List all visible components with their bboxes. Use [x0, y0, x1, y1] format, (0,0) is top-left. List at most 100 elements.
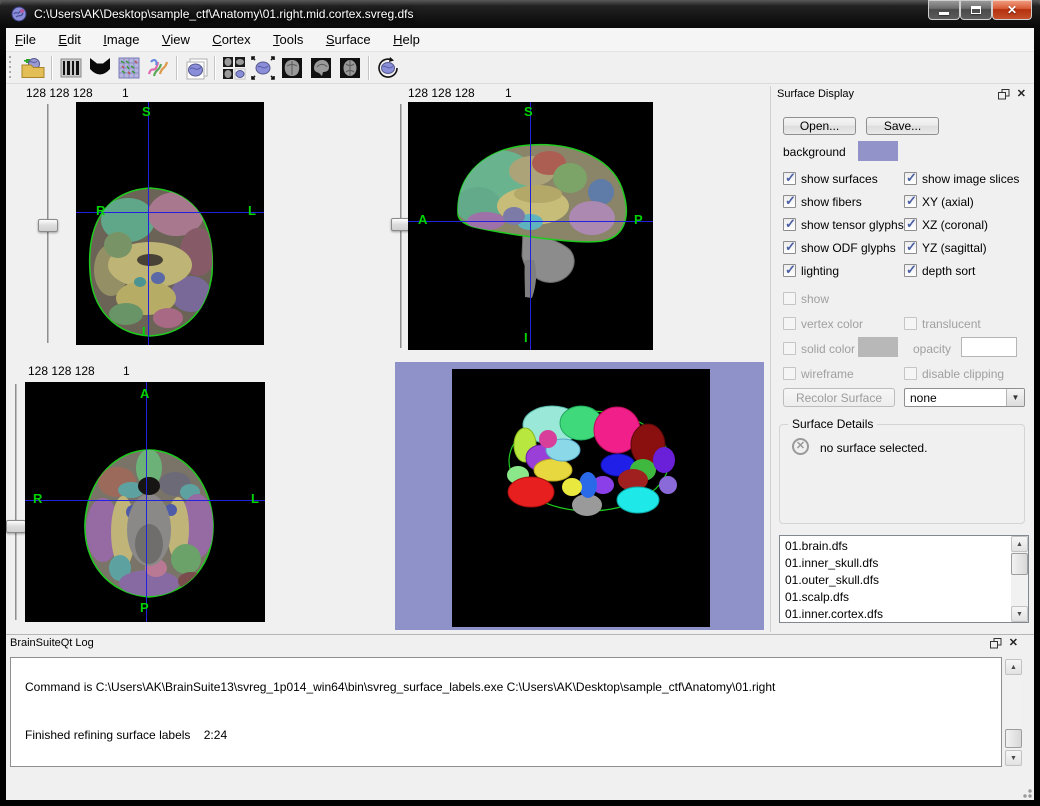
checkbox-icon[interactable] — [904, 264, 917, 277]
checkbox-yz-sagittal[interactable]: YZ (sagittal) — [904, 241, 987, 255]
axial-view[interactable]: A P R L — [25, 382, 265, 622]
checkbox-icon[interactable] — [904, 367, 917, 380]
checkbox-show-surfaces[interactable]: show surfaces — [783, 172, 878, 186]
maximize-button[interactable] — [960, 0, 992, 20]
background-label: background — [783, 145, 846, 159]
list-item[interactable]: 01.scalp.dfs — [780, 589, 1008, 606]
scroll-down-icon[interactable]: ▼ — [1011, 606, 1028, 622]
zoom-fit-button[interactable] — [248, 53, 277, 82]
log-scrollbar[interactable]: ▲ ▼ — [1005, 659, 1022, 766]
checkbox-show[interactable]: show — [783, 292, 829, 306]
checkbox-icon[interactable] — [904, 317, 917, 330]
list-item[interactable]: 01.inner_skull.dfs — [780, 555, 1008, 572]
slider-handle[interactable] — [38, 219, 58, 232]
float-panel-icon[interactable] — [990, 638, 1002, 649]
tensor-glyph-button[interactable] — [114, 53, 143, 82]
checkbox-icon[interactable] — [783, 292, 796, 305]
menu-cortex[interactable]: Cortex — [203, 28, 259, 52]
checkbox-show-image-slices[interactable]: show image slices — [904, 172, 1019, 186]
coronal-view[interactable]: S I R L — [76, 102, 264, 345]
window-resize-grip[interactable] — [1020, 786, 1032, 798]
checkbox-icon[interactable] — [783, 172, 796, 185]
close-panel-icon[interactable]: ✕ — [1017, 88, 1026, 101]
surface-display-header[interactable]: Surface Display ✕ — [771, 86, 1032, 104]
surface-3d-canvas[interactable] — [452, 369, 710, 627]
opacity-input[interactable] — [961, 337, 1017, 357]
checkbox-icon[interactable] — [904, 218, 917, 231]
mask-button[interactable] — [85, 53, 114, 82]
solid-color-swatch[interactable] — [858, 337, 898, 357]
sagittal-slice-button[interactable] — [306, 53, 335, 82]
checkbox-xz-coronal[interactable]: XZ (coronal) — [904, 218, 988, 232]
surface-file-list[interactable]: 01.brain.dfs 01.inner_skull.dfs 01.outer… — [779, 535, 1029, 623]
scroll-up-icon[interactable]: ▲ — [1011, 536, 1028, 552]
list-item[interactable]: 01.outer_skull.dfs — [780, 572, 1008, 589]
background-color-swatch[interactable] — [858, 141, 898, 161]
checkbox-icon[interactable] — [783, 218, 796, 231]
log-panel-header[interactable]: BrainSuiteQt Log ✕ — [6, 635, 1034, 653]
axial-slice-slider[interactable] — [6, 382, 26, 622]
menu-surface[interactable]: Surface — [317, 28, 380, 52]
log-panel: BrainSuiteQt Log ✕ Command is C:\Users\A… — [6, 634, 1034, 800]
log-output[interactable]: Command is C:\Users\AK\BrainSuite13\svre… — [10, 657, 1002, 767]
close-panel-icon[interactable]: ✕ — [1009, 637, 1018, 650]
volume-button[interactable] — [56, 53, 85, 82]
menu-file[interactable]: File — [6, 28, 45, 52]
slider-handle[interactable] — [6, 520, 26, 533]
open-surface-button[interactable]: Open... — [783, 117, 856, 135]
checkbox-icon[interactable] — [783, 241, 796, 254]
scroll-down-icon[interactable]: ▼ — [1005, 750, 1022, 766]
save-surface-button[interactable]: Save... — [866, 117, 939, 135]
recolor-surface-button[interactable]: Recolor Surface — [783, 388, 895, 407]
scroll-up-icon[interactable]: ▲ — [1005, 659, 1022, 675]
checkbox-lighting[interactable]: lighting — [783, 264, 839, 278]
checkbox-xy-axial[interactable]: XY (axial) — [904, 195, 974, 209]
menu-image[interactable]: Image — [94, 28, 148, 52]
menu-view[interactable]: View — [153, 28, 199, 52]
checkbox-show-odf-glyphs[interactable]: show ODF glyphs — [783, 241, 896, 255]
checkbox-vertex-color[interactable]: vertex color — [783, 317, 863, 331]
rotate-view-button[interactable] — [373, 53, 402, 82]
list-item[interactable]: 01.brain.dfs — [780, 538, 1008, 555]
checkbox-disable-clipping[interactable]: disable clipping — [904, 367, 1004, 381]
checkbox-show-fibers[interactable]: show fibers — [783, 195, 862, 209]
checkbox-icon[interactable] — [904, 241, 917, 254]
menu-edit[interactable]: Edit — [49, 28, 89, 52]
surface-3d-view[interactable] — [395, 362, 764, 630]
surface-view-button[interactable] — [181, 53, 210, 82]
checkbox-icon[interactable] — [904, 172, 917, 185]
toolbar-grip[interactable] — [9, 56, 14, 80]
checkbox-icon[interactable] — [783, 342, 796, 355]
checkbox-icon[interactable] — [904, 195, 917, 208]
checkbox-translucent[interactable]: translucent — [904, 317, 981, 331]
list-item[interactable]: 01.inner.cortex.dfs — [780, 606, 1008, 623]
checkbox-wireframe[interactable]: wireframe — [783, 367, 854, 381]
title-bar[interactable]: C:\Users\AK\Desktop\sample_ctf\Anatomy\0… — [0, 0, 1040, 28]
open-file-button[interactable] — [18, 53, 47, 82]
coronal-slice-slider[interactable] — [38, 102, 58, 345]
minimize-button[interactable] — [928, 0, 960, 20]
axial-slice-button[interactable] — [335, 53, 364, 82]
checkbox-icon[interactable] — [783, 195, 796, 208]
coronal-slice-button[interactable] — [277, 53, 306, 82]
float-panel-icon[interactable] — [998, 89, 1010, 100]
close-button[interactable]: ✕ — [992, 0, 1032, 20]
orientation-label-superior: S — [142, 104, 151, 119]
checkbox-icon[interactable] — [783, 264, 796, 277]
recolor-mode-dropdown[interactable]: none ▼ — [904, 388, 1025, 407]
checkbox-depth-sort[interactable]: depth sort — [904, 264, 975, 278]
file-list-scrollbar[interactable]: ▲ ▼ — [1011, 536, 1028, 622]
fibers-button[interactable] — [143, 53, 172, 82]
sagittal-view[interactable]: S I A P — [408, 102, 653, 350]
checkbox-solid-color[interactable]: solid color — [783, 342, 855, 356]
chevron-down-icon[interactable]: ▼ — [1006, 389, 1024, 406]
menu-tools[interactable]: Tools — [264, 28, 312, 52]
scrollbar-thumb[interactable] — [1011, 553, 1028, 575]
scrollbar-thumb[interactable] — [1005, 729, 1022, 748]
checkbox-show-tensor-glyphs[interactable]: show tensor glyphs — [783, 218, 904, 232]
checkbox-icon[interactable] — [783, 317, 796, 330]
checkbox-icon[interactable] — [783, 367, 796, 380]
surface-sheet-icon — [183, 55, 209, 81]
quad-view-button[interactable] — [219, 53, 248, 82]
menu-help[interactable]: Help — [384, 28, 429, 52]
